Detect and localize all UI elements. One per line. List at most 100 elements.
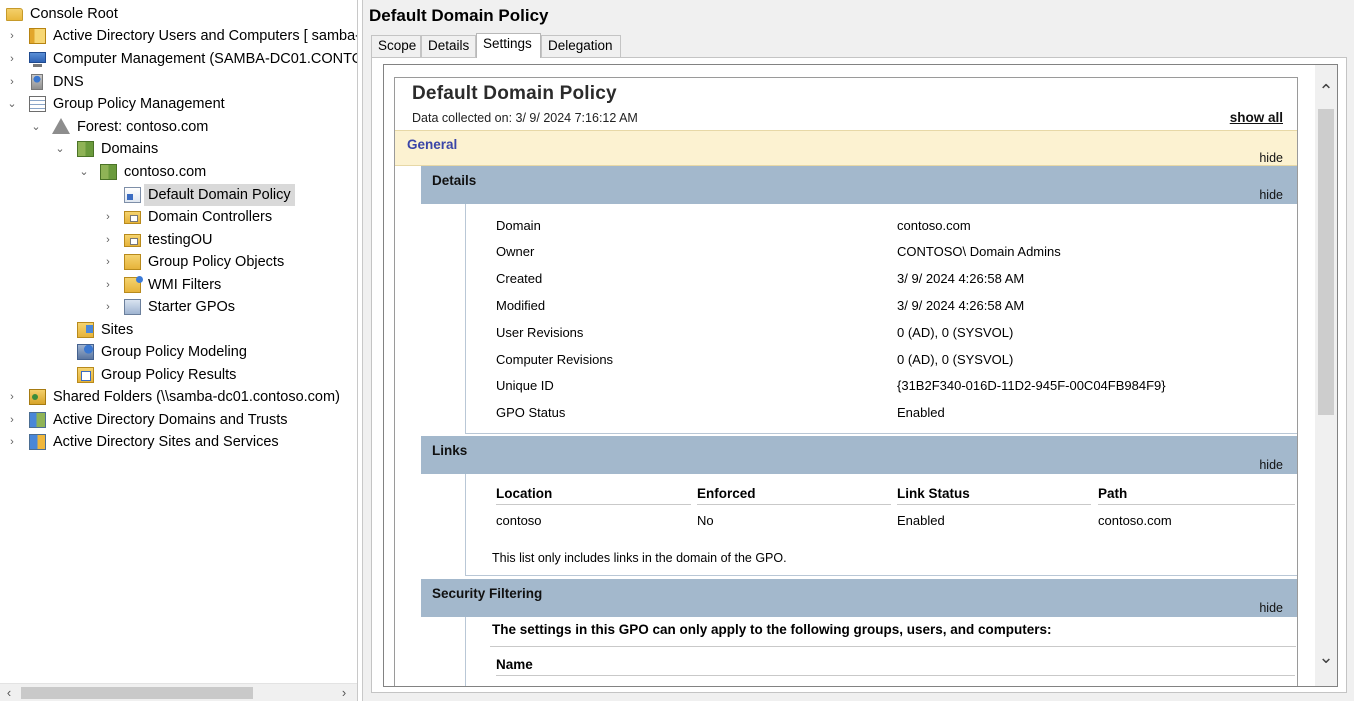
tree-item-domain-controllers[interactable]: › Domain Controllers xyxy=(0,206,357,228)
tree-item-testingou[interactable]: › testingOU xyxy=(0,229,357,251)
section-security-filtering-title: Security Filtering xyxy=(432,586,543,601)
folder-icon xyxy=(6,8,23,21)
tree-item-sites[interactable]: Sites xyxy=(0,319,357,341)
details-value: 3/ 9/ 2024 4:26:58 AM xyxy=(897,298,1025,313)
tree-item-group-policy-management[interactable]: ⌄ Group Policy Management xyxy=(0,93,357,115)
tree-item-label: Computer Management (SAMBA-DC01.CONTO xyxy=(53,51,358,67)
tree-item-starter-gpos[interactable]: › Starter GPOs xyxy=(0,296,357,318)
forest-icon xyxy=(52,118,70,134)
gpo-folder-icon xyxy=(124,254,141,270)
chevron-right-icon[interactable]: › xyxy=(102,229,114,251)
tree-item-shared-folders[interactable]: › Shared Folders (\\samba-dc01.contoso.c… xyxy=(0,386,357,408)
show-all-link[interactable]: show all xyxy=(1230,110,1283,125)
chevron-right-icon[interactable]: › xyxy=(6,25,18,47)
section-links-title: Links xyxy=(432,443,468,458)
links-hide-link[interactable]: hide xyxy=(1259,458,1283,472)
tree-item-label: Active Directory Domains and Trusts xyxy=(53,412,288,428)
gp-modeling-icon xyxy=(77,344,94,360)
details-row: Owner CONTOSO\ Domain Admins xyxy=(466,238,1296,265)
tree-item-ad-sites-services[interactable]: › Active Directory Sites and Services xyxy=(0,431,357,453)
details-hide-link[interactable]: hide xyxy=(1259,188,1283,202)
ad-users-icon xyxy=(29,28,46,44)
tab-settings[interactable]: Settings xyxy=(476,33,541,58)
security-filtering-hide-link[interactable]: hide xyxy=(1259,601,1283,615)
chevron-right-icon[interactable]: › xyxy=(102,206,114,228)
tree-item-label: Console Root xyxy=(30,6,118,22)
scroll-up-icon[interactable]: ⌃ xyxy=(1315,81,1337,101)
security-column-name: Name xyxy=(496,654,1295,676)
ad-sites-icon xyxy=(29,434,46,450)
details-key: Owner xyxy=(496,244,535,259)
chevron-right-icon[interactable]: › xyxy=(6,409,18,431)
tab-scope[interactable]: Scope xyxy=(371,35,421,57)
tree-item-label: Group Policy Results xyxy=(101,367,237,383)
tree-item-domains[interactable]: ⌄ Domains xyxy=(0,138,357,160)
tree-item-wmi-filters[interactable]: › WMI Filters xyxy=(0,274,357,296)
details-key: Unique ID xyxy=(496,378,554,393)
tree-item-ad-domains-trusts[interactable]: › Active Directory Domains and Trusts xyxy=(0,409,357,431)
scrollbar-thumb[interactable] xyxy=(1318,109,1334,415)
chevron-right-icon[interactable]: › xyxy=(6,71,18,93)
tree-item-computer-management[interactable]: › Computer Management (SAMBA-DC01.CONTO xyxy=(0,48,358,70)
details-body: Domain contoso.com Owner CONTOSO\ Domain… xyxy=(465,204,1297,434)
tree-item-dns[interactable]: › DNS xyxy=(0,71,357,93)
group-policy-management-icon xyxy=(29,96,46,112)
details-row: Computer Revisions 0 (AD), 0 (SYSVOL) xyxy=(466,346,1296,373)
links-cell-enforced: No xyxy=(697,513,714,528)
chevron-right-icon[interactable]: › xyxy=(6,48,18,70)
report-vertical-scrollbar[interactable]: ⌃ ⌄ xyxy=(1315,65,1337,686)
tree-item-console-root[interactable]: Console Root xyxy=(0,3,357,25)
tab-delegation[interactable]: Delegation xyxy=(541,35,621,57)
tree-item-label: Shared Folders (\\samba-dc01.contoso.com… xyxy=(53,389,340,405)
details-row: Domain contoso.com xyxy=(466,212,1296,239)
tree-item-forest[interactable]: ⌄ Forest: contoso.com xyxy=(0,116,357,138)
details-row: Created 3/ 9/ 2024 4:26:58 AM xyxy=(466,265,1296,292)
scroll-right-icon[interactable]: › xyxy=(335,684,353,701)
details-value: 0 (AD), 0 (SYSVOL) xyxy=(897,325,1014,340)
gp-results-icon xyxy=(77,367,94,383)
chevron-down-icon[interactable]: ⌄ xyxy=(54,138,66,160)
settings-report-viewer[interactable]: Default Domain Policy Data collected on:… xyxy=(383,64,1338,687)
chevron-down-icon[interactable]: ⌄ xyxy=(6,93,18,115)
tree-item-contoso-com[interactable]: ⌄ contoso.com xyxy=(0,161,357,183)
console-tree-pane[interactable]: Console Root › Active Directory Users an… xyxy=(0,0,358,701)
chevron-right-icon[interactable]: › xyxy=(102,296,114,318)
links-column-location: Location xyxy=(496,483,691,505)
chevron-right-icon[interactable]: › xyxy=(6,386,18,408)
details-row: Unique ID {31B2F340-016D-11D2-945F-00C04… xyxy=(466,372,1296,399)
details-key: GPO Status xyxy=(496,405,566,420)
details-key: Modified xyxy=(496,298,546,313)
links-cell-link-status: Enabled xyxy=(897,513,945,528)
chevron-right-icon[interactable]: › xyxy=(102,274,114,296)
details-value: contoso.com xyxy=(897,218,971,233)
tree-item-ad-users-computers[interactable]: › Active Directory Users and Computers [… xyxy=(0,25,357,47)
details-row: GPO Status Enabled xyxy=(466,399,1296,426)
links-note: This list only includes links in the dom… xyxy=(492,551,787,565)
tree-item-label: Starter GPOs xyxy=(148,299,236,315)
chevron-down-icon[interactable]: ⌄ xyxy=(78,161,90,183)
chevron-right-icon[interactable]: › xyxy=(6,431,18,453)
details-row: Modified 3/ 9/ 2024 4:26:58 AM xyxy=(466,292,1296,319)
tree-item-label: WMI Filters xyxy=(148,277,222,293)
scrollbar-thumb[interactable] xyxy=(21,687,253,699)
chevron-down-icon[interactable]: ⌄ xyxy=(30,116,42,138)
section-details-title: Details xyxy=(432,173,477,188)
details-row: User Revisions 0 (AD), 0 (SYSVOL) xyxy=(466,319,1296,346)
tree-item-group-policy-modeling[interactable]: Group Policy Modeling xyxy=(0,341,357,363)
tree-item-label: Default Domain Policy xyxy=(144,184,295,206)
scroll-down-icon[interactable]: ⌄ xyxy=(1315,647,1337,667)
settings-tab-panel: Default Domain Policy Data collected on:… xyxy=(371,57,1347,693)
links-cell-path: contoso.com xyxy=(1098,513,1172,528)
tree-item-group-policy-results[interactable]: Group Policy Results xyxy=(0,364,357,386)
tree-item-group-policy-objects[interactable]: › Group Policy Objects xyxy=(0,251,357,273)
tree-item-default-domain-policy[interactable]: Default Domain Policy xyxy=(0,184,357,206)
tab-details[interactable]: Details xyxy=(421,35,476,57)
scroll-left-icon[interactable]: ‹ xyxy=(0,684,18,701)
gpo-icon xyxy=(124,187,141,203)
chevron-right-icon[interactable]: › xyxy=(102,251,114,273)
report-title: Default Domain Policy xyxy=(412,83,617,104)
tree-horizontal-scrollbar[interactable]: ‹ › xyxy=(0,683,357,701)
general-hide-link[interactable]: hide xyxy=(1259,151,1283,165)
details-key: Domain xyxy=(496,218,541,233)
sites-icon xyxy=(77,322,94,338)
